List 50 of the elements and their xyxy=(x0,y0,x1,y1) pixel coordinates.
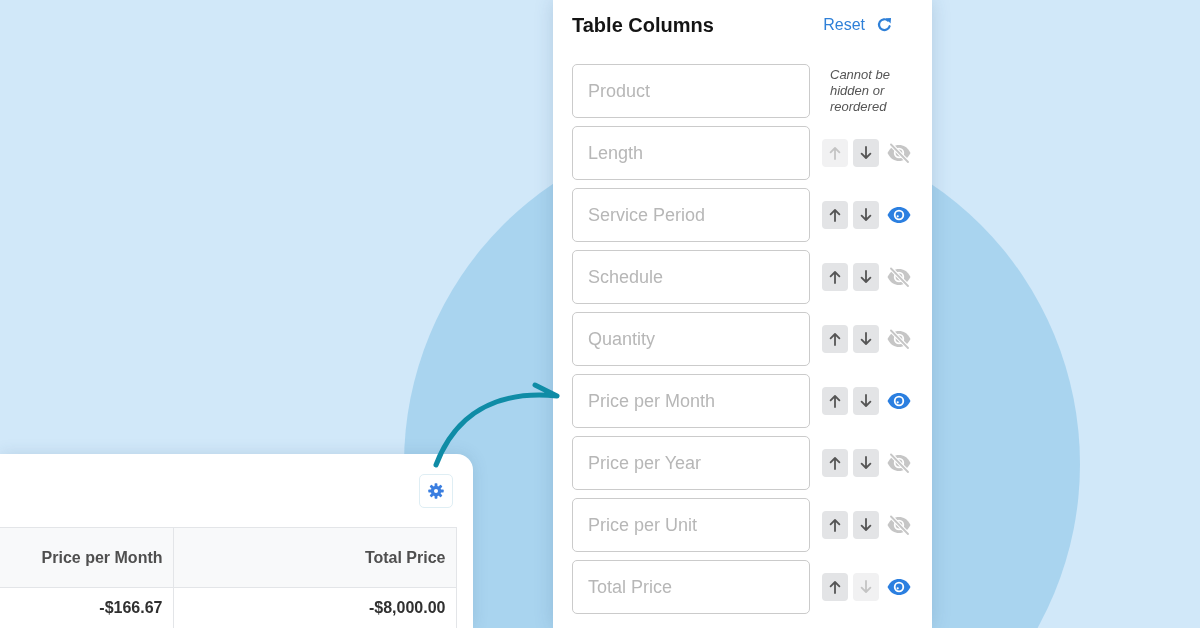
arrow-down-icon xyxy=(860,208,872,222)
move-down-button[interactable] xyxy=(853,139,879,167)
move-down-button[interactable] xyxy=(853,325,879,353)
arrow-up-icon xyxy=(829,146,841,160)
move-down-button[interactable] xyxy=(853,511,879,539)
eye-icon[interactable] xyxy=(887,578,911,596)
arrow-down-icon xyxy=(860,394,872,408)
eye-icon[interactable] xyxy=(887,392,911,410)
arrow-up-icon xyxy=(829,332,841,346)
arrow-down-icon xyxy=(860,332,872,346)
column-name-field[interactable]: Price per Year xyxy=(572,436,810,490)
reset-button[interactable]: Reset xyxy=(823,16,892,34)
column-name-field[interactable]: Length xyxy=(572,126,810,180)
arrow-up-icon xyxy=(829,208,841,222)
arrow-up-icon xyxy=(829,518,841,532)
move-up-button[interactable] xyxy=(822,511,848,539)
arrow-down-icon xyxy=(860,146,872,160)
panel-title: Table Columns xyxy=(572,13,714,37)
column-name-field[interactable]: Price per Month xyxy=(572,374,810,428)
move-up-button[interactable] xyxy=(822,325,848,353)
move-down-button[interactable] xyxy=(853,449,879,477)
move-up-button[interactable] xyxy=(822,573,848,601)
arrow-up-icon xyxy=(829,456,841,470)
arrow-down-icon xyxy=(860,270,872,284)
arrow-up-icon xyxy=(829,270,841,284)
arrow-up-icon xyxy=(829,394,841,408)
column-name-field[interactable]: Total Price xyxy=(572,560,810,614)
settings-icon xyxy=(428,483,444,499)
move-up-button[interactable] xyxy=(822,449,848,477)
arrow-down-icon xyxy=(860,580,872,594)
move-up-button[interactable] xyxy=(822,387,848,415)
column-name-field[interactable]: Service Period xyxy=(572,188,810,242)
arrow-up-icon xyxy=(829,580,841,594)
column-name-field[interactable]: Product xyxy=(572,64,810,118)
settings-button[interactable] xyxy=(419,474,453,508)
move-down-button[interactable] xyxy=(853,387,879,415)
column-header: Price per Month xyxy=(0,527,173,588)
arrow-down-icon xyxy=(860,518,872,532)
fixed-column-note: Cannot be hidden or reordered xyxy=(830,67,891,115)
column-header: Total Price xyxy=(173,527,456,588)
arrow-down-icon xyxy=(860,456,872,470)
column-name-field[interactable]: Schedule xyxy=(572,250,810,304)
move-up-button[interactable] xyxy=(822,201,848,229)
move-down-button[interactable] xyxy=(853,201,879,229)
column-name-field[interactable]: Price per Unit xyxy=(572,498,810,552)
refresh-icon xyxy=(877,17,892,33)
column-name-field[interactable]: Quantity xyxy=(572,312,810,366)
move-up-button[interactable] xyxy=(822,263,848,291)
eye-icon[interactable] xyxy=(887,206,911,224)
move-down-button[interactable] xyxy=(853,263,879,291)
